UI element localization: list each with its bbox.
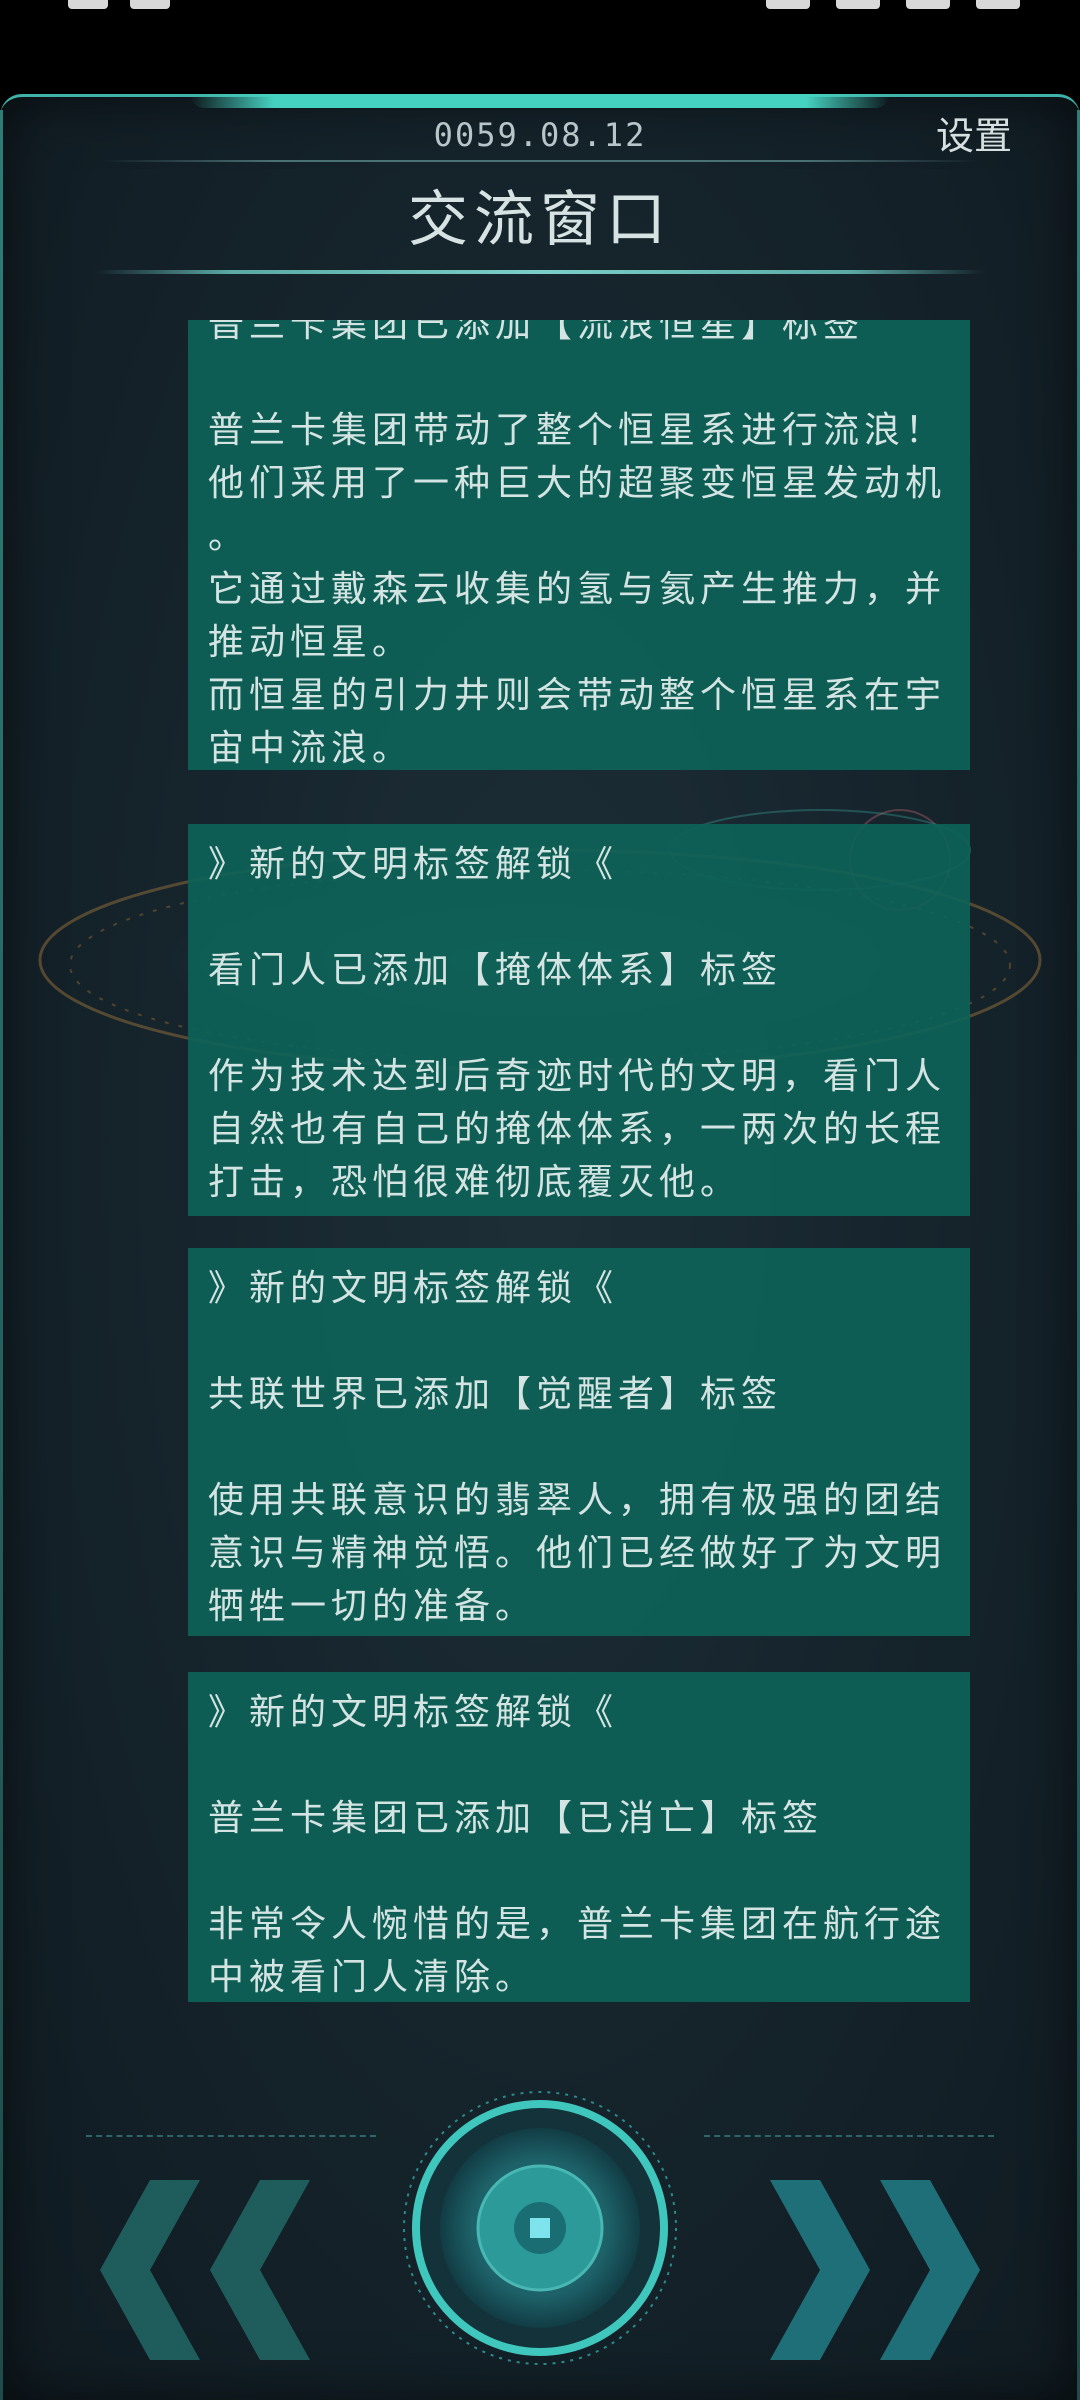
message-line: 牺牲一切的准备。 [208,1586,537,1627]
target-circle-icon [403,2091,677,2365]
message-line: 他们采用了一种巨大的超聚变恒星发动机 [208,463,947,504]
game-date: 0059.08.12 [433,116,647,154]
message-line: 意识与精神觉悟。他们已经做好了为文明 [208,1533,947,1574]
message-card: 》新的文明标签解锁《 共联世界已添加【觉醒者】标签 使用共联意识的翡翠人，拥有极… [188,1248,970,1636]
previous-button[interactable] [100,2170,320,2370]
title-underline [96,270,984,274]
status-left-icons [68,0,228,12]
message-card: 》新的文明标签解锁《 看门人已添加【掩体体系】标签 作为技术达到后奇迹时代的文明… [188,824,970,1216]
control-divider-right [704,2135,994,2137]
message-line: 非常令人惋惜的是，普兰卡集团在航行途 [208,1904,947,1945]
message-card: 普兰卡集团已添加【流浪恒星】标签 普兰卡集团带动了整个恒星系进行流浪！ 他们采用… [188,320,970,770]
message-list[interactable]: 普兰卡集团已添加【流浪恒星】标签 普兰卡集团带动了整个恒星系进行流浪！ 他们采用… [0,320,1080,2010]
status-right-icons [660,0,1020,12]
control-divider-left [86,2135,376,2137]
double-chevron-right-icon [770,2180,980,2360]
message-line: 。 [208,516,250,557]
message-line: 宙中流浪。 [208,728,414,769]
center-action-button[interactable] [402,2090,678,2366]
message-line: 看门人已添加【掩体体系】标签 [208,950,783,991]
game-screen: 0059.08.12 设置 交流窗口 普兰卡集团已添加【流浪恒星】标签 普兰卡集… [0,0,1080,2400]
message-line: 而恒星的引力井则会带动整个恒星系在宇 [208,675,947,716]
message-line: 》新的文明标签解锁《 [208,844,619,885]
message-line: 》新的文明标签解锁《 [208,1692,619,1733]
message-line: 》新的文明标签解锁《 [208,1268,619,1309]
window-title: 交流窗口 [408,185,672,255]
next-button[interactable] [760,2170,980,2370]
message-line: 自然也有自己的掩体体系，一两次的长程 [208,1109,947,1150]
double-chevron-left-icon [100,2180,310,2360]
message-line: 打击，恐怕很难彻底覆灭他。 [208,1162,742,1203]
message-line: 普兰卡集团带动了整个恒星系进行流浪！ [208,410,947,451]
message-line: 普兰卡集团已添加【流浪恒星】标签 [208,320,865,345]
message-line: 共联世界已添加【觉醒者】标签 [208,1374,783,1415]
message-line: 推动恒星。 [208,622,414,663]
panel-top-glow [190,94,890,108]
settings-button[interactable]: 设置 [912,108,1012,164]
message-line: 普兰卡集团已添加【已消亡】标签 [208,1798,824,1839]
message-card: 》新的文明标签解锁《 普兰卡集团已添加【已消亡】标签 非常令人惋惜的是，普兰卡集… [188,1672,970,2002]
message-line: 中被看门人清除。 [208,1957,537,1998]
message-line: 它通过戴森云收集的氢与氦产生推力，并 [208,569,947,610]
header-divider [100,160,980,162]
message-line: 使用共联意识的翡翠人，拥有极强的团结 [208,1480,947,1521]
message-line: 作为技术达到后奇迹时代的文明，看门人 [208,1056,947,1097]
status-bar [0,0,1080,92]
